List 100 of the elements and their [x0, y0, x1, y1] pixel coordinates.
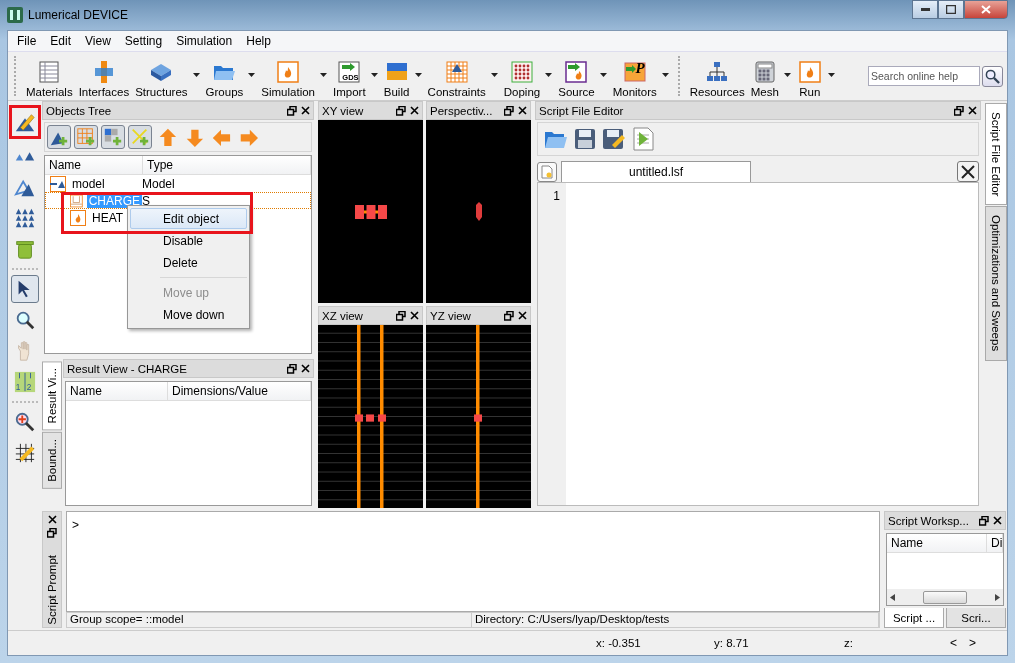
tab[interactable]: Script ...: [884, 608, 944, 628]
toolbar-button[interactable]: Constraints: [424, 60, 501, 98]
caret-icon[interactable]: [320, 73, 327, 77]
column-header[interactable]: Di: [987, 534, 1003, 552]
menu-item[interactable]: View: [78, 34, 118, 48]
menu-item[interactable]: Disable: [130, 230, 247, 251]
tool-button[interactable]: [9, 105, 41, 139]
tool-button[interactable]: [11, 275, 39, 303]
column-header[interactable]: Name: [66, 382, 168, 400]
tree-item-type: S: [142, 193, 150, 208]
menu-item[interactable]: Move down: [130, 304, 247, 325]
code-editor[interactable]: 1: [537, 182, 979, 506]
side-tab[interactable]: Script File Editor: [985, 103, 1007, 206]
close-icon[interactable]: [518, 311, 527, 320]
toolbar-button[interactable]: Resources: [686, 60, 748, 98]
close-icon[interactable]: [301, 106, 310, 115]
side-tab[interactable]: Bound...: [42, 432, 62, 490]
menu-item[interactable]: Edit object: [130, 208, 247, 229]
minimize-button[interactable]: [912, 0, 938, 19]
save-button[interactable]: [574, 128, 596, 150]
float-icon[interactable]: [979, 515, 989, 526]
close-tab-button[interactable]: [957, 161, 979, 182]
toolbar-button[interactable]: Interfaces: [75, 60, 133, 98]
toolbar-button[interactable]: Simulation: [258, 60, 330, 98]
close-icon[interactable]: [518, 106, 527, 115]
caret-icon[interactable]: [370, 73, 378, 77]
grid-icon: [443, 60, 470, 84]
floppy-icon: [574, 128, 596, 150]
scrollbar[interactable]: [887, 589, 1003, 605]
toolbar-button[interactable]: Mesh: [747, 60, 794, 98]
toolbar-button[interactable]: Materials: [23, 60, 76, 98]
menu-item[interactable]: Simulation: [169, 34, 240, 48]
tab[interactable]: Scri...: [946, 608, 1006, 628]
menu-item[interactable]: Edit: [43, 34, 79, 48]
menu-item[interactable]: Setting: [117, 34, 170, 48]
menu-item[interactable]: File: [10, 34, 44, 48]
caret-icon[interactable]: [827, 73, 835, 77]
save-as-button[interactable]: [602, 128, 626, 150]
toolbar-button[interactable]: P Monitors: [609, 60, 672, 98]
maximize-button[interactable]: [938, 0, 964, 19]
toolbar-button[interactable]: Structures: [132, 60, 203, 98]
search-button[interactable]: [982, 65, 1003, 87]
run-script-button[interactable]: [632, 127, 654, 151]
float-icon[interactable]: [287, 105, 297, 116]
caret-icon[interactable]: [248, 73, 256, 77]
column-header[interactable]: Name: [887, 534, 987, 552]
toolbar-button[interactable]: Run: [793, 60, 838, 98]
monitor-icon: [621, 60, 648, 84]
file-tab[interactable]: untitled.lsf: [561, 161, 751, 182]
float-icon[interactable]: [504, 310, 514, 321]
y-coordinate: y: 8.71: [714, 637, 749, 649]
float-icon[interactable]: [287, 363, 297, 374]
import-icon: [336, 60, 363, 84]
search-field[interactable]: Search online help: [868, 66, 980, 86]
grid-pencil-icon: [14, 442, 36, 464]
side-tab[interactable]: Result Vi...: [42, 361, 62, 431]
float-icon[interactable]: [47, 528, 57, 538]
tree-tool-button[interactable]: [128, 125, 152, 149]
close-icon[interactable]: [47, 515, 57, 524]
panel-title: Result View - CHARGE: [67, 362, 188, 375]
column-header[interactable]: Dimensions/Value: [168, 382, 311, 400]
caret-icon[interactable]: [599, 73, 607, 77]
tree-tool-button[interactable]: [101, 125, 125, 149]
close-icon[interactable]: [301, 364, 310, 373]
caret-icon[interactable]: [414, 73, 422, 77]
caret-icon[interactable]: [545, 73, 553, 77]
toolbar-button[interactable]: Groups: [202, 60, 259, 98]
scroll-right-icon[interactable]: [995, 593, 1000, 601]
window-title: Lumerical DEVICE: [28, 8, 130, 22]
close-icon[interactable]: [968, 106, 977, 115]
caret-icon[interactable]: [192, 73, 200, 77]
menu-item[interactable]: Help: [239, 34, 278, 48]
close-button[interactable]: [964, 0, 1008, 19]
previous-button[interactable]: <: [944, 636, 963, 650]
prompt-field[interactable]: >: [66, 511, 880, 612]
float-icon[interactable]: [504, 105, 514, 116]
caret-icon[interactable]: [783, 73, 791, 77]
close-icon[interactable]: [993, 516, 1002, 525]
column-header[interactable]: Name: [45, 156, 143, 174]
toolbar-button[interactable]: Source: [555, 60, 610, 98]
new-file-button[interactable]: [537, 162, 557, 182]
caret-icon[interactable]: [661, 73, 669, 77]
menu-item[interactable]: Delete: [130, 252, 247, 273]
close-icon[interactable]: [410, 106, 419, 115]
float-icon[interactable]: [396, 310, 406, 321]
tree-tool-button[interactable]: [47, 125, 71, 149]
next-button[interactable]: >: [963, 636, 983, 650]
toolbar-button[interactable]: Doping: [500, 60, 556, 98]
tree-tool-button[interactable]: [74, 125, 98, 149]
tree-item-type: Model: [142, 176, 175, 191]
z-coordinate: z:: [844, 637, 853, 649]
caret-icon[interactable]: [490, 73, 498, 77]
side-tab[interactable]: Optimizations and Sweeps: [985, 206, 1007, 361]
float-icon[interactable]: [396, 105, 406, 116]
column-header[interactable]: Type: [143, 156, 311, 174]
scroll-left-icon[interactable]: [890, 593, 895, 601]
tree-row[interactable]: model Model: [45, 175, 311, 192]
toolbar-button[interactable]: Build: [380, 60, 425, 98]
close-icon[interactable]: [410, 311, 419, 320]
float-icon[interactable]: [954, 105, 964, 116]
